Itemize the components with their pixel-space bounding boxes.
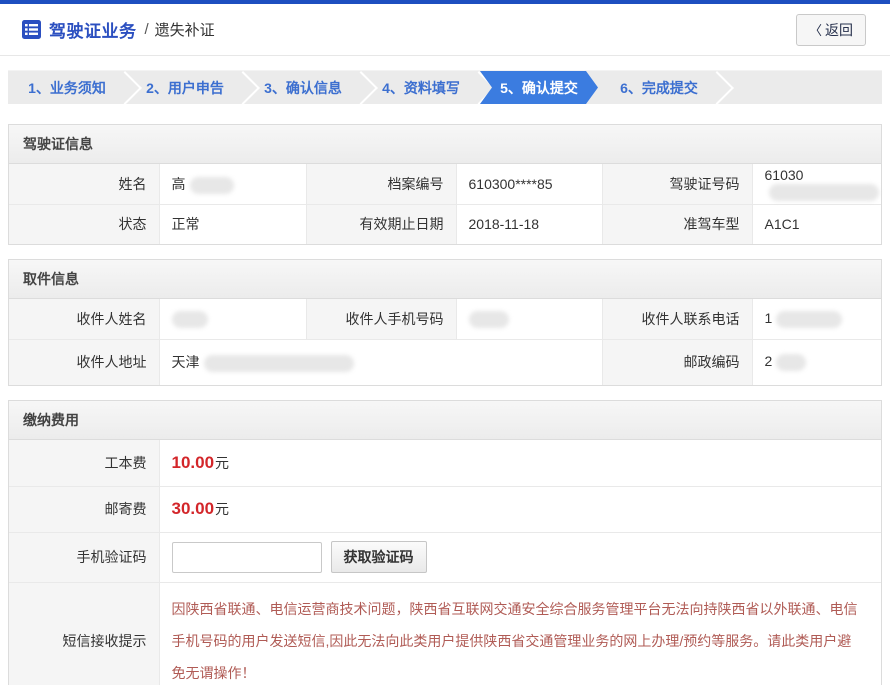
table-row: 手机验证码 获取验证码 — [9, 532, 881, 582]
field-label-license-no: 驾驶证号码 — [602, 164, 752, 204]
chevron-left-icon: 〈 — [809, 20, 822, 39]
field-value-status: 正常 — [159, 204, 306, 244]
field-value-vehicle-class: A1C1 — [752, 204, 881, 244]
redacted-value — [776, 311, 842, 328]
back-button[interactable]: 〈 返回 — [796, 14, 866, 46]
field-label-production-fee: 工本费 — [9, 440, 159, 486]
pickup-info-table: 收件人姓名 收件人手机号码 收件人联系电话 1 收件人地址 天津 邮政编码 2 — [9, 299, 881, 385]
production-fee-unit: 元 — [215, 455, 229, 471]
breadcrumb-separator: / — [145, 21, 149, 38]
breadcrumb-current: 遗失补证 — [155, 19, 215, 40]
field-value-sms-tip: 因陕西省联通、电信运营商技术问题，陕西省互联网交通安全综合服务管理平台无法向持陕… — [159, 582, 881, 685]
section-title-license: 驾驶证信息 — [9, 125, 881, 164]
page-header: 驾驶证业务 / 遗失补证 〈 返回 — [0, 4, 890, 56]
field-label-recipient-address: 收件人地址 — [9, 339, 159, 385]
redacted-value — [204, 355, 354, 372]
back-button-label: 返回 — [825, 20, 853, 40]
step-5-confirm-submit-active[interactable]: 5、确认提交 — [480, 71, 598, 104]
field-label-status: 状态 — [9, 204, 159, 244]
production-fee-amount: 10.00 — [172, 453, 215, 472]
field-value-postal-code: 2 — [752, 339, 881, 385]
section-title-pickup: 取件信息 — [9, 260, 881, 299]
section-license-info: 驾驶证信息 姓名 高 档案编号 610300****85 驾驶证号码 61030… — [8, 124, 882, 245]
field-label-sms-tip: 短信接收提示 — [9, 582, 159, 685]
table-row: 工本费 10.00元 — [9, 440, 881, 486]
field-value-recipient-name — [159, 299, 306, 339]
sms-tip-text: 因陕西省联通、电信运营商技术问题，陕西省互联网交通安全综合服务管理平台无法向持陕… — [172, 583, 882, 685]
field-label-file-no: 档案编号 — [306, 164, 456, 204]
step-1-business-notice[interactable]: 1、业务须知 — [8, 71, 126, 104]
table-row: 收件人姓名 收件人手机号码 收件人联系电话 1 — [9, 299, 881, 339]
field-label-valid-until: 有效期止日期 — [306, 204, 456, 244]
step-4-fill-materials[interactable]: 4、资料填写 — [362, 71, 480, 104]
field-label-captcha: 手机验证码 — [9, 532, 159, 582]
field-value-valid-until: 2018-11-18 — [456, 204, 602, 244]
field-label-vehicle-class: 准驾车型 — [602, 204, 752, 244]
redacted-value — [469, 311, 509, 328]
field-label-recipient-phone: 收件人联系电话 — [602, 299, 752, 339]
stepbar-wrap: 1、业务须知 2、用户申告 3、确认信息 4、资料填写 5、确认提交 6、完成提… — [0, 56, 890, 104]
field-value-production-fee: 10.00元 — [159, 440, 881, 486]
list-icon — [22, 20, 41, 39]
table-row: 邮寄费 30.00元 — [9, 486, 881, 532]
table-row: 状态 正常 有效期止日期 2018-11-18 准驾车型 A1C1 — [9, 204, 881, 244]
field-label-recipient-name: 收件人姓名 — [9, 299, 159, 339]
step-2-user-declaration[interactable]: 2、用户申告 — [126, 71, 244, 104]
field-value-captcha: 获取验证码 — [159, 532, 881, 582]
get-captcha-button[interactable]: 获取验证码 — [331, 541, 427, 573]
redacted-value — [769, 184, 879, 201]
field-label-postal-code: 邮政编码 — [602, 339, 752, 385]
mail-fee-unit: 元 — [215, 501, 229, 517]
page-title: 驾驶证业务 — [49, 17, 137, 42]
field-label-name: 姓名 — [9, 164, 159, 204]
field-value-name: 高 — [159, 164, 306, 204]
field-value-recipient-mobile — [456, 299, 602, 339]
field-value-mail-fee: 30.00元 — [159, 486, 881, 532]
table-row: 短信接收提示 因陕西省联通、电信运营商技术问题，陕西省互联网交通安全综合服务管理… — [9, 582, 881, 685]
section-pickup-info: 取件信息 收件人姓名 收件人手机号码 收件人联系电话 1 收件人地址 天津 邮政… — [8, 259, 882, 386]
section-title-fees: 缴纳费用 — [9, 401, 881, 440]
section-fees: 缴纳费用 工本费 10.00元 邮寄费 30.00元 手机验证码 — [8, 400, 882, 685]
captcha-input[interactable] — [172, 542, 322, 573]
mail-fee-amount: 30.00 — [172, 499, 215, 518]
redacted-value — [776, 354, 806, 371]
license-info-table: 姓名 高 档案编号 610300****85 驾驶证号码 61030 状态 正常… — [9, 164, 881, 244]
page: 驾驶证业务 / 遗失补证 〈 返回 1、业务须知 2、用户申告 3、确认信息 4… — [0, 0, 890, 685]
redacted-value — [172, 311, 208, 328]
field-label-mail-fee: 邮寄费 — [9, 486, 159, 532]
table-row: 收件人地址 天津 邮政编码 2 — [9, 339, 881, 385]
main-content: 驾驶证信息 姓名 高 档案编号 610300****85 驾驶证号码 61030… — [0, 104, 890, 685]
field-label-recipient-mobile: 收件人手机号码 — [306, 299, 456, 339]
step-3-confirm-info[interactable]: 3、确认信息 — [244, 71, 362, 104]
fees-table: 工本费 10.00元 邮寄费 30.00元 手机验证码 — [9, 440, 881, 685]
table-row: 姓名 高 档案编号 610300****85 驾驶证号码 61030 — [9, 164, 881, 204]
field-value-file-no: 610300****85 — [456, 164, 602, 204]
step-6-complete-submit[interactable]: 6、完成提交 — [600, 71, 718, 104]
redacted-value — [190, 177, 234, 194]
step-navigation: 1、业务须知 2、用户申告 3、确认信息 4、资料填写 5、确认提交 6、完成提… — [8, 70, 882, 104]
field-value-recipient-address: 天津 — [159, 339, 602, 385]
field-value-license-no: 61030 — [752, 164, 881, 204]
field-value-recipient-phone: 1 — [752, 299, 881, 339]
